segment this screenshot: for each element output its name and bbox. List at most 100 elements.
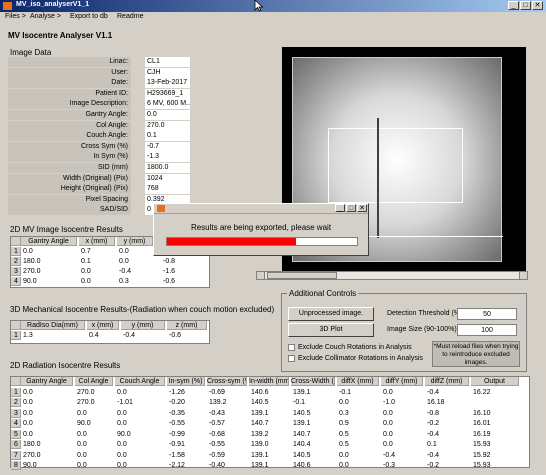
table-cell[interactable]: 270.0 [77,388,115,397]
detection-threshold-input[interactable]: 50 [457,308,517,320]
dialog-minimize-button[interactable]: _ [335,204,345,212]
table-cell[interactable]: 139.1 [293,388,337,397]
table-cell[interactable]: 0.0 [23,430,75,439]
column-header[interactable]: diffX (mm) [337,377,379,386]
table-cell[interactable]: 0.9 [339,419,381,428]
column-header[interactable]: Couch Angle [115,377,165,386]
table-cell[interactable]: 90.0 [23,277,79,286]
table-cell[interactable]: 140.6 [251,388,291,397]
table-cell[interactable]: 0.0 [117,451,167,460]
exclude-collimator-checkbox[interactable] [288,355,295,362]
table-cell[interactable]: 0.0 [77,451,115,460]
table-cell[interactable]: 0.0 [117,409,167,418]
table-cell[interactable]: 180.0 [23,257,79,266]
table-cell[interactable]: -0.4 [427,430,471,439]
column-header[interactable]: In-sym (%) [167,377,205,386]
menu-readme[interactable]: Readme [117,13,143,20]
table-cell[interactable]: 270.0 [23,267,79,276]
table-cell[interactable]: -0.4 [123,331,167,340]
table-cell[interactable]: 140.6 [293,461,337,470]
table-cell[interactable]: -1.01 [117,398,167,407]
table-cell[interactable]: 0.0 [119,247,155,256]
table-cell[interactable]: 0.0 [117,440,167,449]
table-cell[interactable]: -0.35 [169,409,207,418]
table-cell[interactable]: 15.93 [473,440,521,449]
table-cell[interactable]: 180.0 [23,440,75,449]
table-cell[interactable]: 0.0 [117,388,167,397]
column-header[interactable]: Col Angle [75,377,113,386]
table-cell[interactable]: -0.68 [209,430,249,439]
dialog-maximize-button[interactable]: □ [346,204,356,212]
table-cell[interactable]: -0.43 [209,409,249,418]
menu-analyse[interactable]: Analyse > [30,13,61,20]
table-cell[interactable]: -0.99 [169,430,207,439]
table-cell[interactable]: -0.20 [169,398,207,407]
table-cell[interactable]: 0.0 [339,451,381,460]
table-cell[interactable]: 0.5 [339,430,381,439]
menu-files[interactable]: Files > [5,13,26,20]
close-button[interactable]: ✕ [532,1,543,10]
table-cell[interactable]: -0.40 [209,461,249,470]
column-header[interactable]: In-width (mm) [249,377,289,386]
table-cell[interactable]: 0.5 [339,440,381,449]
table-cell-extra[interactable]: -0.6 [163,277,193,286]
table-cell[interactable]: 0.0 [81,267,117,276]
minimize-button[interactable]: _ [508,1,519,10]
table-cell[interactable]: 140.5 [293,451,337,460]
maximize-button[interactable]: □ [520,1,531,10]
table-cell[interactable]: 0.0 [81,277,117,286]
table-cell-extra[interactable]: -1.6 [163,267,193,276]
table-cell[interactable]: 15.93 [473,461,521,470]
table-cell[interactable]: 139.2 [251,430,291,439]
slider-right-arrow[interactable] [519,272,527,279]
table-cell[interactable]: 15.92 [473,451,521,460]
table-cell[interactable]: 139.0 [251,440,291,449]
table-cell[interactable]: 0.0 [383,409,425,418]
column-header[interactable]: diffZ (mm) [425,377,469,386]
table-cell[interactable]: 0.7 [81,247,117,256]
image-size-input[interactable]: 100 [457,324,517,336]
table-cell[interactable]: 0.0 [77,461,115,470]
table-cell[interactable]: -0.4 [119,267,155,276]
table-cell[interactable]: -0.4 [427,451,471,460]
table-cell[interactable]: 0.0 [77,409,115,418]
table-cell[interactable]: 0.0 [77,440,115,449]
table-cell[interactable]: 90.0 [23,461,75,470]
column-header[interactable]: diffY (mm) [381,377,423,386]
table-cell[interactable]: 0.0 [383,430,425,439]
table-cell[interactable]: 90.0 [77,419,115,428]
column-header[interactable]: z (mm) [167,321,207,330]
table-cell[interactable]: -0.1 [339,388,381,397]
table-cell[interactable]: 0.0 [383,419,425,428]
table-cell[interactable]: 0.0 [117,419,167,428]
table-cell[interactable]: 140.5 [293,409,337,418]
table-cell[interactable]: 270.0 [77,398,115,407]
table-cell[interactable]: 16.19 [473,430,521,439]
table-cell[interactable]: -0.59 [209,451,249,460]
unprocessed-image-button[interactable]: Unprocessed image. [288,307,374,321]
table-cell[interactable]: 0.0 [77,430,115,439]
table-cell[interactable]: 140.7 [251,419,291,428]
dialog-close-button[interactable]: ✕ [357,204,367,212]
table-cell[interactable]: -0.55 [169,419,207,428]
table-cell[interactable]: 0.0 [383,388,425,397]
table-cell[interactable]: 140.5 [251,398,291,407]
table-cell[interactable]: -0.6 [169,331,209,340]
table-cell[interactable]: 139.1 [251,451,291,460]
table-cell[interactable]: 0.1 [427,440,471,449]
table-cell[interactable]: 16.18 [427,398,471,407]
menu-export[interactable]: Export to db [70,13,108,20]
slider-thumb[interactable] [267,272,337,279]
table-cell-extra[interactable]: -0.8 [163,257,193,266]
column-header[interactable]: RadIso Dia(mm) [21,321,85,330]
table-cell[interactable]: -0.91 [169,440,207,449]
table-cell[interactable]: 16.01 [473,419,521,428]
table-cell[interactable]: 270.0 [23,451,75,460]
table-cell[interactable]: -0.1 [293,398,337,407]
table-cell[interactable]: 1.3 [23,331,87,340]
table-cell[interactable]: -0.8 [427,409,471,418]
table-cell[interactable]: 0.0 [339,461,381,470]
table-cell[interactable]: 140.7 [293,430,337,439]
column-header[interactable]: y (mm) [121,321,165,330]
table-cell[interactable]: 16.22 [473,388,521,397]
